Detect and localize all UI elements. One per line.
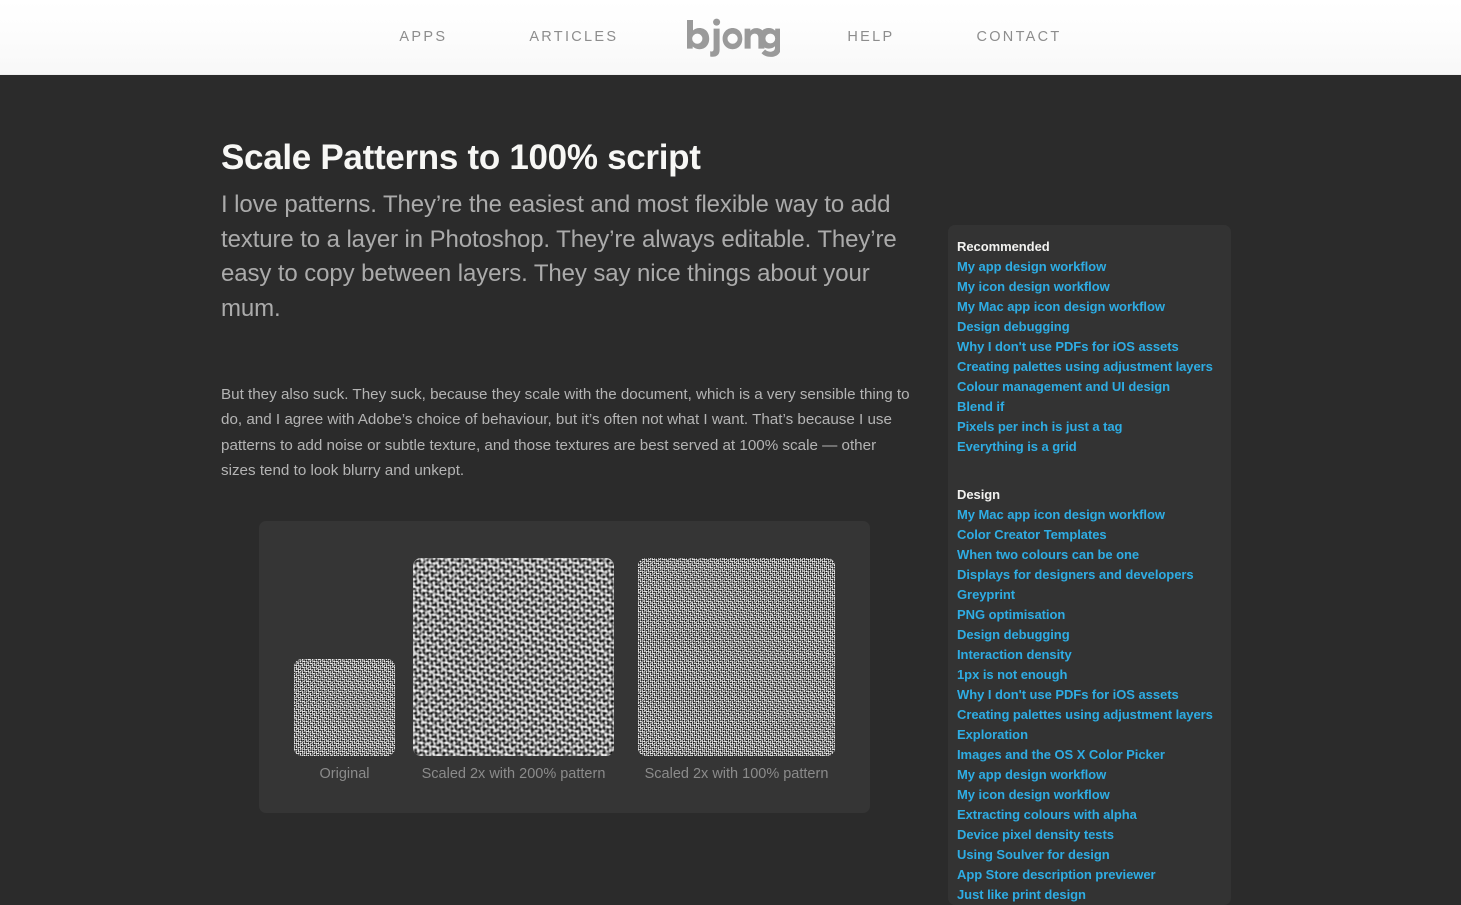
sample-original: Original — [294, 658, 395, 782]
sidebar-link[interactable]: Greyprint — [956, 585, 1231, 605]
sidebar-link[interactable]: Images and the OS X Color Picker — [956, 745, 1231, 765]
sidebar-link[interactable]: Interaction density — [956, 645, 1231, 665]
nav-item-contact[interactable]: Contact — [935, 29, 1102, 45]
primary-navigation: Apps Articles bjango — [358, 17, 1102, 57]
bjango-wordmark-icon — [687, 18, 781, 57]
sidebar-link[interactable]: My app design workflow — [956, 765, 1231, 785]
sidebar-link[interactable]: Just like print design — [956, 885, 1231, 905]
sidebar-link[interactable]: Exploration — [956, 725, 1231, 745]
sidebar-link[interactable]: Using Soulver for design — [956, 845, 1231, 865]
sidebar-link[interactable]: PNG optimisation — [956, 605, 1231, 625]
sample-caption-scaled-200: Scaled 2x with 200% pattern — [421, 765, 606, 782]
noise-texture-fine-icon — [294, 658, 395, 756]
sample-caption-original: Original — [319, 765, 370, 782]
sidebar-link[interactable]: App Store description previewer — [956, 865, 1231, 885]
nav-item-articles[interactable]: Articles — [488, 29, 659, 45]
nav-item-apps[interactable]: Apps — [358, 29, 488, 45]
nav-item-help[interactable]: Help — [806, 29, 935, 45]
sidebar-link[interactable]: My Mac app icon design workflow — [956, 505, 1231, 525]
sample-group: Original Scaled 2x with 200% pattern Sca… — [259, 521, 870, 813]
noise-texture-coarse-icon — [413, 557, 614, 756]
sidebar-link[interactable]: Device pixel density tests — [956, 825, 1231, 845]
sample-scaled-200: Scaled 2x with 200% pattern — [413, 557, 614, 782]
sidebar-section-heading: Design — [957, 487, 1001, 502]
sidebar-link[interactable]: When two colours can be one — [956, 545, 1231, 565]
site-header: Apps Articles bjango — [0, 0, 1461, 75]
sidebar-link[interactable]: Creating palettes using adjustment layer… — [956, 705, 1231, 725]
sample-scaled-100: Scaled 2x with 100% pattern — [638, 557, 835, 782]
content-wrapper: Scale Patterns to 100% script I love pat… — [221, 75, 1231, 905]
article: Scale Patterns to 100% script I love pat… — [221, 75, 921, 813]
sidebar-link[interactable]: Creating palettes using adjustment layer… — [956, 357, 1231, 377]
sidebar-link[interactable]: My app design workflow — [956, 257, 1231, 277]
sidebar-link[interactable]: My icon design workflow — [956, 277, 1231, 297]
page-title: Scale Patterns to 100% script — [221, 138, 701, 177]
sidebar-link[interactable]: Displays for designers and developers — [956, 565, 1231, 585]
sidebar-link[interactable]: My Mac app icon design workflow — [956, 297, 1231, 317]
sidebar-section: Design My Mac app icon design workflow Col… — [956, 485, 1231, 905]
sidebar-link[interactable]: Extracting colours with alpha — [956, 805, 1231, 825]
sidebar-link[interactable]: Pixels per inch is just a tag — [956, 417, 1231, 437]
sidebar-link[interactable]: Colour management and UI design — [956, 377, 1231, 397]
pattern-comparison-figure: Original Scaled 2x with 200% pattern Sca… — [259, 520, 870, 813]
bjango-logo[interactable]: bjango — [659, 17, 806, 57]
sidebar-section: Recommended My app design workflow My icon… — [956, 237, 1231, 457]
article-body-paragraph: But they also suck. They suck, because t… — [221, 386, 910, 480]
sample-caption-scaled-100: Scaled 2x with 100% pattern — [644, 765, 829, 782]
sidebar-link[interactable]: Why I don't use PDFs for iOS assets — [956, 685, 1231, 705]
sidebar-link[interactable]: Color Creator Templates — [956, 525, 1231, 545]
sidebar-link[interactable]: Why I don't use PDFs for iOS assets — [956, 337, 1231, 357]
sidebar-link[interactable]: My icon design workflow — [956, 785, 1231, 805]
sidebar-link[interactable]: Design debugging — [956, 625, 1231, 645]
sidebar-link[interactable]: Blend if — [956, 397, 1231, 417]
sidebar-link[interactable]: Everything is a grid — [956, 437, 1231, 457]
article-standfirst: I love patterns. They’re the easiest and… — [221, 191, 897, 322]
related-articles-sidebar: Recommended My app design workflow My icon… — [948, 225, 1231, 905]
noise-texture-fine-icon — [638, 557, 835, 756]
noise-tile-original — [294, 658, 395, 756]
sidebar-link[interactable]: 1px is not enough — [956, 665, 1231, 685]
sidebar-section-heading: Recommended — [957, 239, 1050, 254]
sidebar-link[interactable]: Design debugging — [956, 317, 1231, 337]
noise-tile-scaled-200 — [413, 557, 614, 756]
page-body: Scale Patterns to 100% script I love pat… — [0, 75, 1461, 905]
noise-tile-scaled-100 — [638, 557, 835, 756]
